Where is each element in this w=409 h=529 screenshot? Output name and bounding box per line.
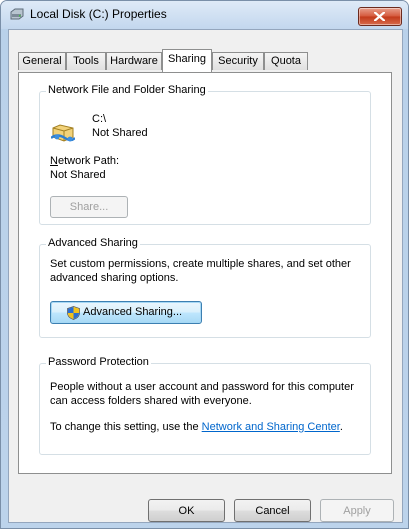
drive-path: C:\	[92, 113, 107, 125]
network-sharing-group: Network File and Folder Sharing C:\ Not …	[39, 84, 371, 225]
share-state: Not Shared	[92, 127, 148, 139]
network-folder-icon	[51, 124, 75, 142]
advanced-sharing-description-1: Set custom permissions, create multiple …	[50, 258, 351, 270]
advanced-sharing-description-2: advanced sharing options.	[50, 272, 179, 284]
uac-shield-icon	[67, 306, 80, 320]
tab-label: Security	[218, 55, 258, 67]
change-setting-text: To change this setting, use the Network …	[50, 421, 343, 433]
change-setting-prefix: To change this setting, use the	[50, 421, 202, 433]
password-protection-line-2: can access folders shared with everyone.	[50, 395, 252, 407]
apply-button[interactable]: Apply	[320, 499, 394, 522]
network-path-label-text: etwork Path:	[57, 155, 120, 167]
advanced-sharing-button-label: Advanced Sharing...	[83, 306, 183, 318]
change-setting-suffix: .	[339, 421, 343, 433]
tab-label: General	[22, 55, 62, 67]
window-title: Local Disk (C:) Properties	[30, 7, 167, 21]
tab-strip: General Tools Hardware Sharing Security …	[18, 49, 398, 72]
network-path-value: Not Shared	[50, 169, 106, 181]
tab-sharing[interactable]: Sharing	[162, 49, 212, 72]
share-button[interactable]: Share...	[50, 196, 128, 218]
tab-hardware[interactable]: Hardware	[106, 52, 162, 70]
dialog-client-area: General Tools Hardware Sharing Security …	[8, 29, 403, 523]
group-title: Network File and Folder Sharing	[46, 84, 208, 96]
close-icon	[374, 12, 385, 21]
group-title: Password Protection	[46, 356, 151, 368]
tab-label: Quota	[271, 55, 301, 67]
tab-label: Tools	[73, 55, 99, 67]
password-protection-group: Password Protection People without a use…	[39, 356, 371, 455]
sharing-tab-panel: Network File and Folder Sharing C:\ Not …	[18, 72, 392, 474]
tab-security[interactable]: Security	[212, 52, 264, 70]
cancel-button[interactable]: Cancel	[234, 499, 311, 522]
network-and-sharing-center-link[interactable]: Network and Sharing Center	[202, 421, 340, 433]
title-bar[interactable]: Local Disk (C:) Properties	[1, 1, 408, 29]
group-title: Advanced Sharing	[46, 237, 140, 249]
ok-button[interactable]: OK	[148, 499, 225, 522]
tab-general[interactable]: General	[18, 52, 66, 70]
properties-window: Local Disk (C:) Properties General Tools…	[0, 0, 409, 529]
close-button[interactable]	[358, 7, 402, 26]
drive-icon	[10, 8, 24, 20]
network-path-label: Network Path:	[50, 155, 120, 167]
tab-label: Sharing	[168, 53, 206, 65]
advanced-sharing-group: Advanced Sharing Set custom permissions,…	[39, 237, 371, 338]
password-protection-line-1: People without a user account and passwo…	[50, 381, 354, 393]
tab-label: Hardware	[110, 55, 158, 67]
tab-tools[interactable]: Tools	[66, 52, 106, 70]
tab-quota[interactable]: Quota	[264, 52, 308, 70]
advanced-sharing-button[interactable]: Advanced Sharing...	[50, 301, 202, 324]
